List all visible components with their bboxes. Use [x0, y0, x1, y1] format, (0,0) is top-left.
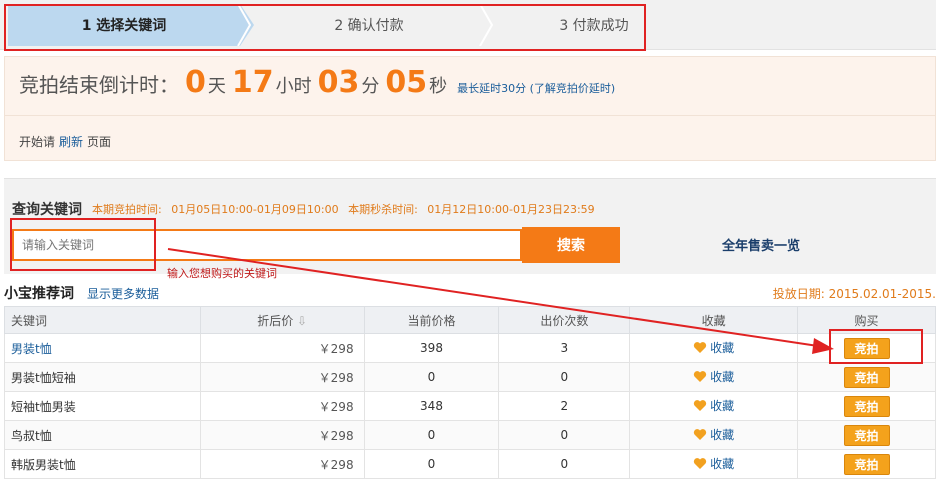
delivery-date: 投放日期: 2015.02.01-2015.	[772, 287, 936, 301]
auction-period-info: 本期竞拍时间: 01月05日10:00-01月09日10:00 本期秒杀时间: …	[92, 201, 595, 217]
heart-icon	[693, 429, 707, 440]
period-value: 01月05日10:00-01月09日10:00	[171, 203, 339, 216]
discount-cell: ￥298	[199, 391, 365, 421]
favorite-button[interactable]: 收藏	[693, 455, 734, 472]
period-label: 本期竞拍时间:	[92, 203, 162, 216]
bid-button[interactable]: 竞拍	[843, 366, 890, 388]
table-row: 短袖t恤男装 ￥298 348 2 收藏 竞拍	[4, 391, 936, 421]
price-cell: 398	[363, 333, 500, 363]
countdown-days-unit: 天	[207, 76, 226, 97]
price-cell: 348	[363, 391, 500, 421]
favorite-label: 收藏	[710, 341, 735, 355]
keyword-cell[interactable]: 短袖t恤男装	[4, 391, 201, 421]
header-favorite: 收藏	[629, 306, 799, 334]
favorite-button[interactable]: 收藏	[693, 426, 734, 443]
bid-button[interactable]: 竞拍	[843, 424, 890, 446]
bids-cell: 2	[498, 391, 631, 421]
price-cell: 0	[363, 362, 500, 392]
table-row: 男装t恤短袖 ￥298 0 0 收藏 竞拍	[4, 362, 936, 392]
annotation-hint-text: 输入您想购买的关键词	[167, 267, 277, 280]
heart-icon	[693, 371, 707, 382]
buy-cell: 竞拍	[797, 362, 936, 392]
discount-cell: ￥298	[199, 333, 365, 363]
header-keyword: 关键词	[4, 306, 201, 334]
table-row: 韩版男装t恤 ￥298 0 0 收藏 竞拍	[4, 449, 936, 479]
heart-icon	[693, 400, 707, 411]
delay-note-link[interactable]: 最长延时30分 (了解竞拍价延时)	[457, 80, 615, 96]
buy-cell: 竞拍	[797, 420, 936, 450]
buy-cell: 竞拍	[797, 391, 936, 421]
keyword-cell[interactable]: 男装t恤	[4, 333, 201, 363]
sort-down-icon[interactable]: ⇩	[297, 314, 307, 328]
favorite-label: 收藏	[710, 428, 735, 442]
table-header-row: 关键词 折后价 ⇩ 当前价格 出价次数 收藏 购买	[4, 306, 936, 334]
countdown-days: 0	[185, 65, 206, 100]
countdown-row: 竞拍结束倒计时： 0 天 17 小时 03 分 05 秒 最长延时30分 (了解…	[19, 65, 615, 100]
search-title: 查询关键词	[12, 202, 82, 218]
bid-button[interactable]: 竞拍	[843, 395, 890, 417]
header-discount-price[interactable]: 折后价 ⇩	[199, 306, 365, 334]
header-current-price: 当前价格	[363, 306, 500, 334]
favorite-cell: 收藏	[629, 333, 799, 363]
countdown-hours-unit: 小时	[275, 76, 312, 97]
refresh-suffix: 页面	[87, 135, 112, 149]
favorite-cell: 收藏	[629, 391, 799, 421]
header-bid-count: 出价次数	[498, 306, 631, 334]
refresh-prefix: 开始请	[19, 135, 56, 149]
countdown-seconds: 05	[385, 65, 428, 100]
bids-cell: 0	[498, 362, 631, 392]
favorite-cell: 收藏	[629, 420, 799, 450]
discount-cell: ￥298	[199, 420, 365, 450]
header-discount-label: 折后价	[257, 313, 294, 328]
favorite-label: 收藏	[710, 457, 735, 471]
countdown-panel: 竞拍结束倒计时： 0 天 17 小时 03 分 05 秒 最长延时30分 (了解…	[4, 56, 936, 161]
favorite-label: 收藏	[710, 370, 735, 384]
refresh-hint: 开始请 刷新 页面	[19, 133, 111, 150]
countdown-seconds-unit: 秒	[429, 76, 448, 97]
favorite-button[interactable]: 收藏	[693, 339, 734, 356]
discount-cell: ￥298	[199, 362, 365, 392]
table-row: 男装t恤 ￥298 398 3 收藏 竞拍	[4, 333, 936, 363]
search-button[interactable]: 搜索	[522, 227, 620, 263]
price-cell: 0	[363, 449, 500, 479]
countdown-minutes: 03	[317, 65, 360, 100]
keyword-cell[interactable]: 韩版男装t恤	[4, 449, 201, 479]
show-more-link[interactable]: 显示更多数据	[87, 285, 159, 302]
annotation-box-input	[10, 218, 156, 271]
heart-icon	[693, 342, 707, 353]
refresh-link[interactable]: 刷新	[59, 135, 83, 149]
keyword-table: 关键词 折后价 ⇩ 当前价格 出价次数 收藏 购买 男装t恤 ￥298 398 …	[4, 306, 936, 479]
yearly-sales-link[interactable]: 全年售卖一览	[722, 235, 800, 254]
bid-button[interactable]: 竞拍	[843, 453, 890, 475]
favorite-button[interactable]: 收藏	[693, 397, 734, 414]
countdown-label: 竞拍结束倒计时：	[19, 73, 179, 97]
price-cell: 0	[363, 420, 500, 450]
favorite-cell: 收藏	[629, 362, 799, 392]
favorite-button[interactable]: 收藏	[693, 368, 734, 385]
annotation-box-steps	[4, 4, 646, 51]
keyword-cell[interactable]: 男装t恤短袖	[4, 362, 201, 392]
recommend-title: 小宝推荐词	[4, 286, 74, 302]
favorite-label: 收藏	[710, 399, 735, 413]
flash-value: 01月12日10:00-01月23日23:59	[427, 203, 595, 216]
keyword-cell[interactable]: 鸟叔t恤	[4, 420, 201, 450]
table-row: 鸟叔t恤 ￥298 0 0 收藏 竞拍	[4, 420, 936, 450]
favorite-cell: 收藏	[629, 449, 799, 479]
countdown-hours: 17	[231, 65, 274, 100]
bids-cell: 3	[498, 333, 631, 363]
bids-cell: 0	[498, 449, 631, 479]
buy-cell: 竞拍	[797, 449, 936, 479]
heart-icon	[693, 458, 707, 469]
annotation-box-bid	[829, 329, 923, 364]
divider	[5, 115, 935, 116]
countdown-minutes-unit: 分	[361, 76, 380, 97]
discount-cell: ￥298	[199, 449, 365, 479]
bids-cell: 0	[498, 420, 631, 450]
flash-label: 本期秒杀时间:	[348, 203, 418, 216]
